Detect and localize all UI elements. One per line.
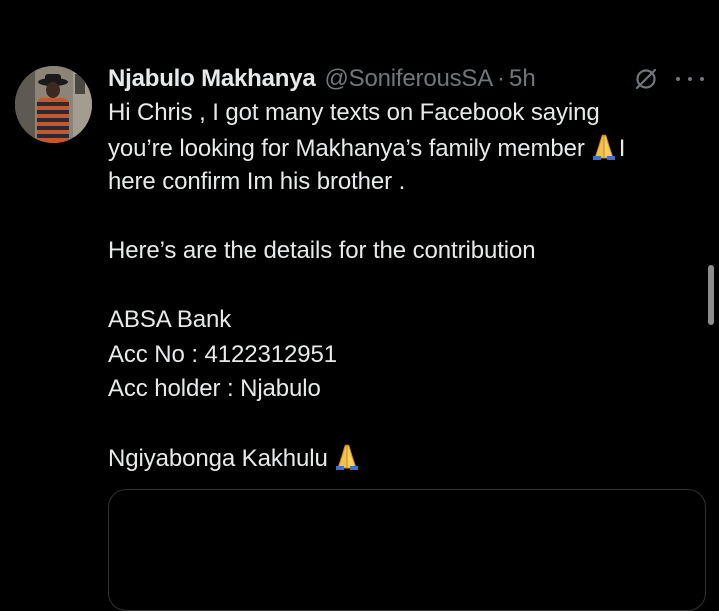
tweet-line: here confirm Im his brother . xyxy=(108,168,406,195)
tweet-line: Ngiyabonga Kakhulu xyxy=(108,441,708,476)
avatar[interactable] xyxy=(15,66,92,143)
tweet-line-text: you’re looking for Makhanya’s family mem… xyxy=(108,134,585,162)
quoted-card[interactable] xyxy=(108,489,706,611)
tweet-line: Here’s are the details for the contribut… xyxy=(108,237,536,264)
separator-dot: · xyxy=(497,65,506,92)
tweet-header: Njabulo Makhanya @SoniferousSA · 5h xyxy=(108,62,536,96)
tweet-line-text: Ngiyabonga Kakhulu xyxy=(108,445,328,472)
author-handle[interactable]: @SoniferousSA xyxy=(325,65,494,93)
tweet-line: Acc holder : Njabulo xyxy=(108,375,321,402)
scrollbar[interactable] xyxy=(708,265,714,325)
tweet-line: you’re looking for Makhanya’s family mem… xyxy=(108,131,708,166)
author-name[interactable]: Njabulo Makhanya xyxy=(108,65,316,93)
tweet-line: Acc No : 4122312951 xyxy=(108,340,337,368)
tweet-text: Hi Chris , I got many texts on Facebook … xyxy=(108,96,708,476)
tweet-line: ABSA Bank xyxy=(108,306,232,333)
more-icon[interactable] xyxy=(676,66,704,92)
tweet-line: Hi Chris , I got many texts on Facebook … xyxy=(108,99,600,126)
timestamp[interactable]: 5h xyxy=(509,65,536,93)
tweet[interactable]: Njabulo Makhanya @SoniferousSA · 5h Hi C… xyxy=(0,0,719,611)
grok-icon[interactable] xyxy=(632,65,660,93)
tweet-line-suffix: I xyxy=(618,134,626,162)
folded-hands-emoji xyxy=(335,444,358,470)
folded-hands-emoji xyxy=(592,134,615,160)
